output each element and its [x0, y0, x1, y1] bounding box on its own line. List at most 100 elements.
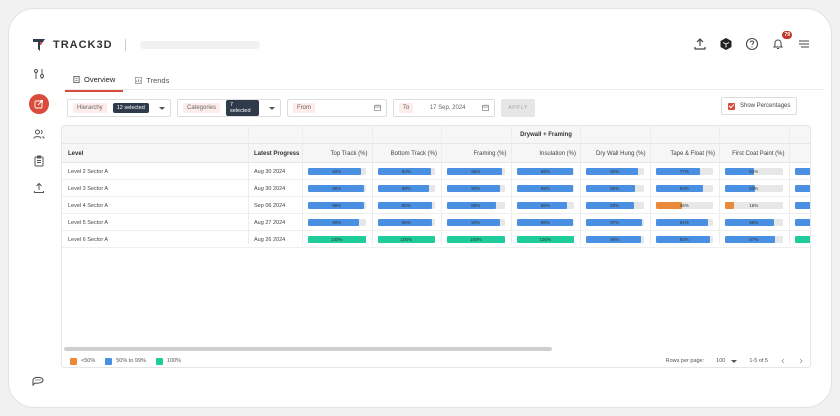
- progress-value: 92%: [332, 169, 342, 174]
- legend-swatch: [70, 357, 77, 365]
- sidebar-upload-icon[interactable]: [32, 181, 46, 195]
- progress-bar: 97%: [586, 219, 644, 226]
- progress-bar: 93%: [377, 168, 435, 175]
- column-header[interactable]: Framing (%): [441, 144, 511, 163]
- progress-value: 98%: [540, 220, 550, 225]
- legend-label: 100%: [166, 358, 181, 364]
- latest-progress-cell: Aug 27 2024: [254, 220, 286, 226]
- progress-value: 98%: [540, 186, 550, 191]
- categories-select[interactable]: Categories 7 selected: [177, 99, 281, 117]
- progress-bar: 95%: [377, 219, 435, 226]
- progress-bar: 46%: [655, 202, 713, 209]
- progress-bar: [794, 236, 810, 243]
- progress-bar: 94%: [655, 236, 713, 243]
- progress-bar: 87%: [725, 236, 783, 243]
- calendar-icon[interactable]: [374, 103, 381, 113]
- column-header[interactable]: Top Track (%): [302, 144, 372, 163]
- progress-value: 85%: [610, 186, 620, 191]
- legend-swatch: [155, 357, 163, 365]
- progress-bar: 85%: [586, 185, 644, 192]
- sidebar-users-icon[interactable]: [32, 127, 46, 141]
- from-label: From: [293, 103, 315, 113]
- chevron-down-icon: [269, 106, 275, 110]
- checkbox-icon[interactable]: [728, 102, 735, 110]
- level-cell: Level 6 Sector A: [68, 237, 109, 243]
- column-header[interactable]: Bottom Track (%): [372, 144, 442, 163]
- progress-bar: 98%: [308, 202, 366, 209]
- progress-bar: 86%: [447, 202, 505, 209]
- level-cell: Level 5 Sector A: [68, 220, 109, 226]
- latest-progress-cell: Aug 30 2024: [254, 186, 286, 192]
- progress-value: 95%: [471, 169, 481, 174]
- progress-bar-fill: [794, 236, 810, 243]
- progress-value: 94%: [679, 237, 689, 242]
- sidebar-progress-icon[interactable]: [29, 94, 49, 114]
- sidebar-clipboard-icon[interactable]: [32, 154, 46, 168]
- column-header[interactable]: Insulation (%): [511, 144, 581, 163]
- apply-button[interactable]: APPLY: [501, 99, 535, 117]
- progress-value: 96%: [610, 237, 620, 242]
- progress-value: 93%: [471, 186, 481, 191]
- progress-bar-fill: [794, 219, 810, 226]
- progress-bar: 85%: [725, 219, 783, 226]
- chat-icon[interactable]: [31, 373, 45, 387]
- header-level[interactable]: Level: [68, 144, 248, 163]
- progress-value: 85%: [749, 220, 759, 225]
- progress-bar: 95%: [447, 168, 505, 175]
- progress-value: 51%: [749, 169, 759, 174]
- column-header[interactable]: Dry Wall Hung (%): [580, 144, 650, 163]
- legend-swatch: [105, 357, 113, 365]
- horizontal-scrollbar[interactable]: [64, 347, 552, 351]
- from-date-field[interactable]: From: [287, 99, 387, 117]
- tab-overview-label: Overview: [84, 75, 116, 84]
- progress-value: 89%: [332, 220, 342, 225]
- chevron-down-icon: [158, 106, 165, 110]
- progress-bar: [794, 168, 810, 175]
- progress-value: 100%: [539, 237, 551, 242]
- table-row[interactable]: Level 4 Sector A Sep 06 2024 98% 95% 86% 88% 8…: [62, 198, 810, 214]
- menu-icon[interactable]: [797, 37, 811, 51]
- notification-bell-icon[interactable]: 79: [771, 31, 792, 51]
- cube-icon[interactable]: [719, 37, 733, 51]
- hierarchy-select[interactable]: Hierarchy 12 selected: [67, 99, 171, 117]
- progress-value: 16%: [749, 203, 759, 208]
- progress-bar-fill: [794, 185, 810, 192]
- logo-divider: [124, 39, 126, 51]
- help-icon[interactable]: [745, 37, 759, 51]
- progress-value: 98%: [540, 169, 550, 174]
- progress-bar: 53%: [725, 185, 783, 192]
- hierarchy-label: Hierarchy: [73, 103, 107, 113]
- column-header[interactable]: Me: [789, 144, 811, 163]
- upload-icon[interactable]: [693, 37, 707, 51]
- table-row[interactable]: Level 6 Sector A Aug 26 2024 100% 100% 100% 1…: [62, 232, 810, 248]
- show-percentages-toggle[interactable]: Show Percentages: [721, 97, 798, 115]
- header-latest-progress[interactable]: Latest Progress: [254, 144, 304, 163]
- progress-value: 93%: [401, 169, 411, 174]
- table-footer: <50% 50% to 99% 100% Rows per page: 100 …: [62, 353, 810, 367]
- column-header[interactable]: First Coat Paint (%): [719, 144, 789, 163]
- progress-bar: 89%: [377, 185, 435, 192]
- progress-bar-fill: [794, 202, 810, 209]
- tabs-divider: [65, 89, 825, 90]
- progress-value: 91%: [679, 220, 689, 225]
- progress-value: 90%: [610, 169, 620, 174]
- progress-bar: [794, 219, 810, 226]
- progress-value: 100%: [400, 237, 412, 242]
- progress-table: Drywall + Framing Level Latest Progress …: [61, 125, 811, 368]
- progress-bar: [794, 202, 810, 209]
- column-header[interactable]: Tape & Float (%): [650, 144, 720, 163]
- table-row[interactable]: Level 5 Sector A Aug 27 2024 89% 95% 93% 98% 9…: [62, 215, 810, 231]
- table-row[interactable]: Level 2 Sector A Aug 30 2024 92% 93% 95% 98% 9…: [62, 164, 810, 180]
- progress-value: 88%: [540, 203, 550, 208]
- rows-per-page-select[interactable]: 100: [716, 358, 738, 364]
- sidebar-compare-icon[interactable]: [32, 67, 46, 81]
- table-row[interactable]: Level 3 Sector A Aug 30 2024 98% 89% 93% 98% 8…: [62, 181, 810, 197]
- calendar-icon[interactable]: [482, 103, 489, 113]
- chevron-right-icon[interactable]: [798, 358, 804, 364]
- chevron-left-icon[interactable]: [780, 358, 786, 364]
- to-date-field[interactable]: To 17 Sep, 2024: [393, 99, 495, 117]
- legend: <50% 50% to 99% 100%: [70, 357, 181, 365]
- legend-item: <50%: [70, 357, 95, 365]
- progress-bar: 88%: [516, 202, 574, 209]
- progress-bar: 77%: [655, 168, 713, 175]
